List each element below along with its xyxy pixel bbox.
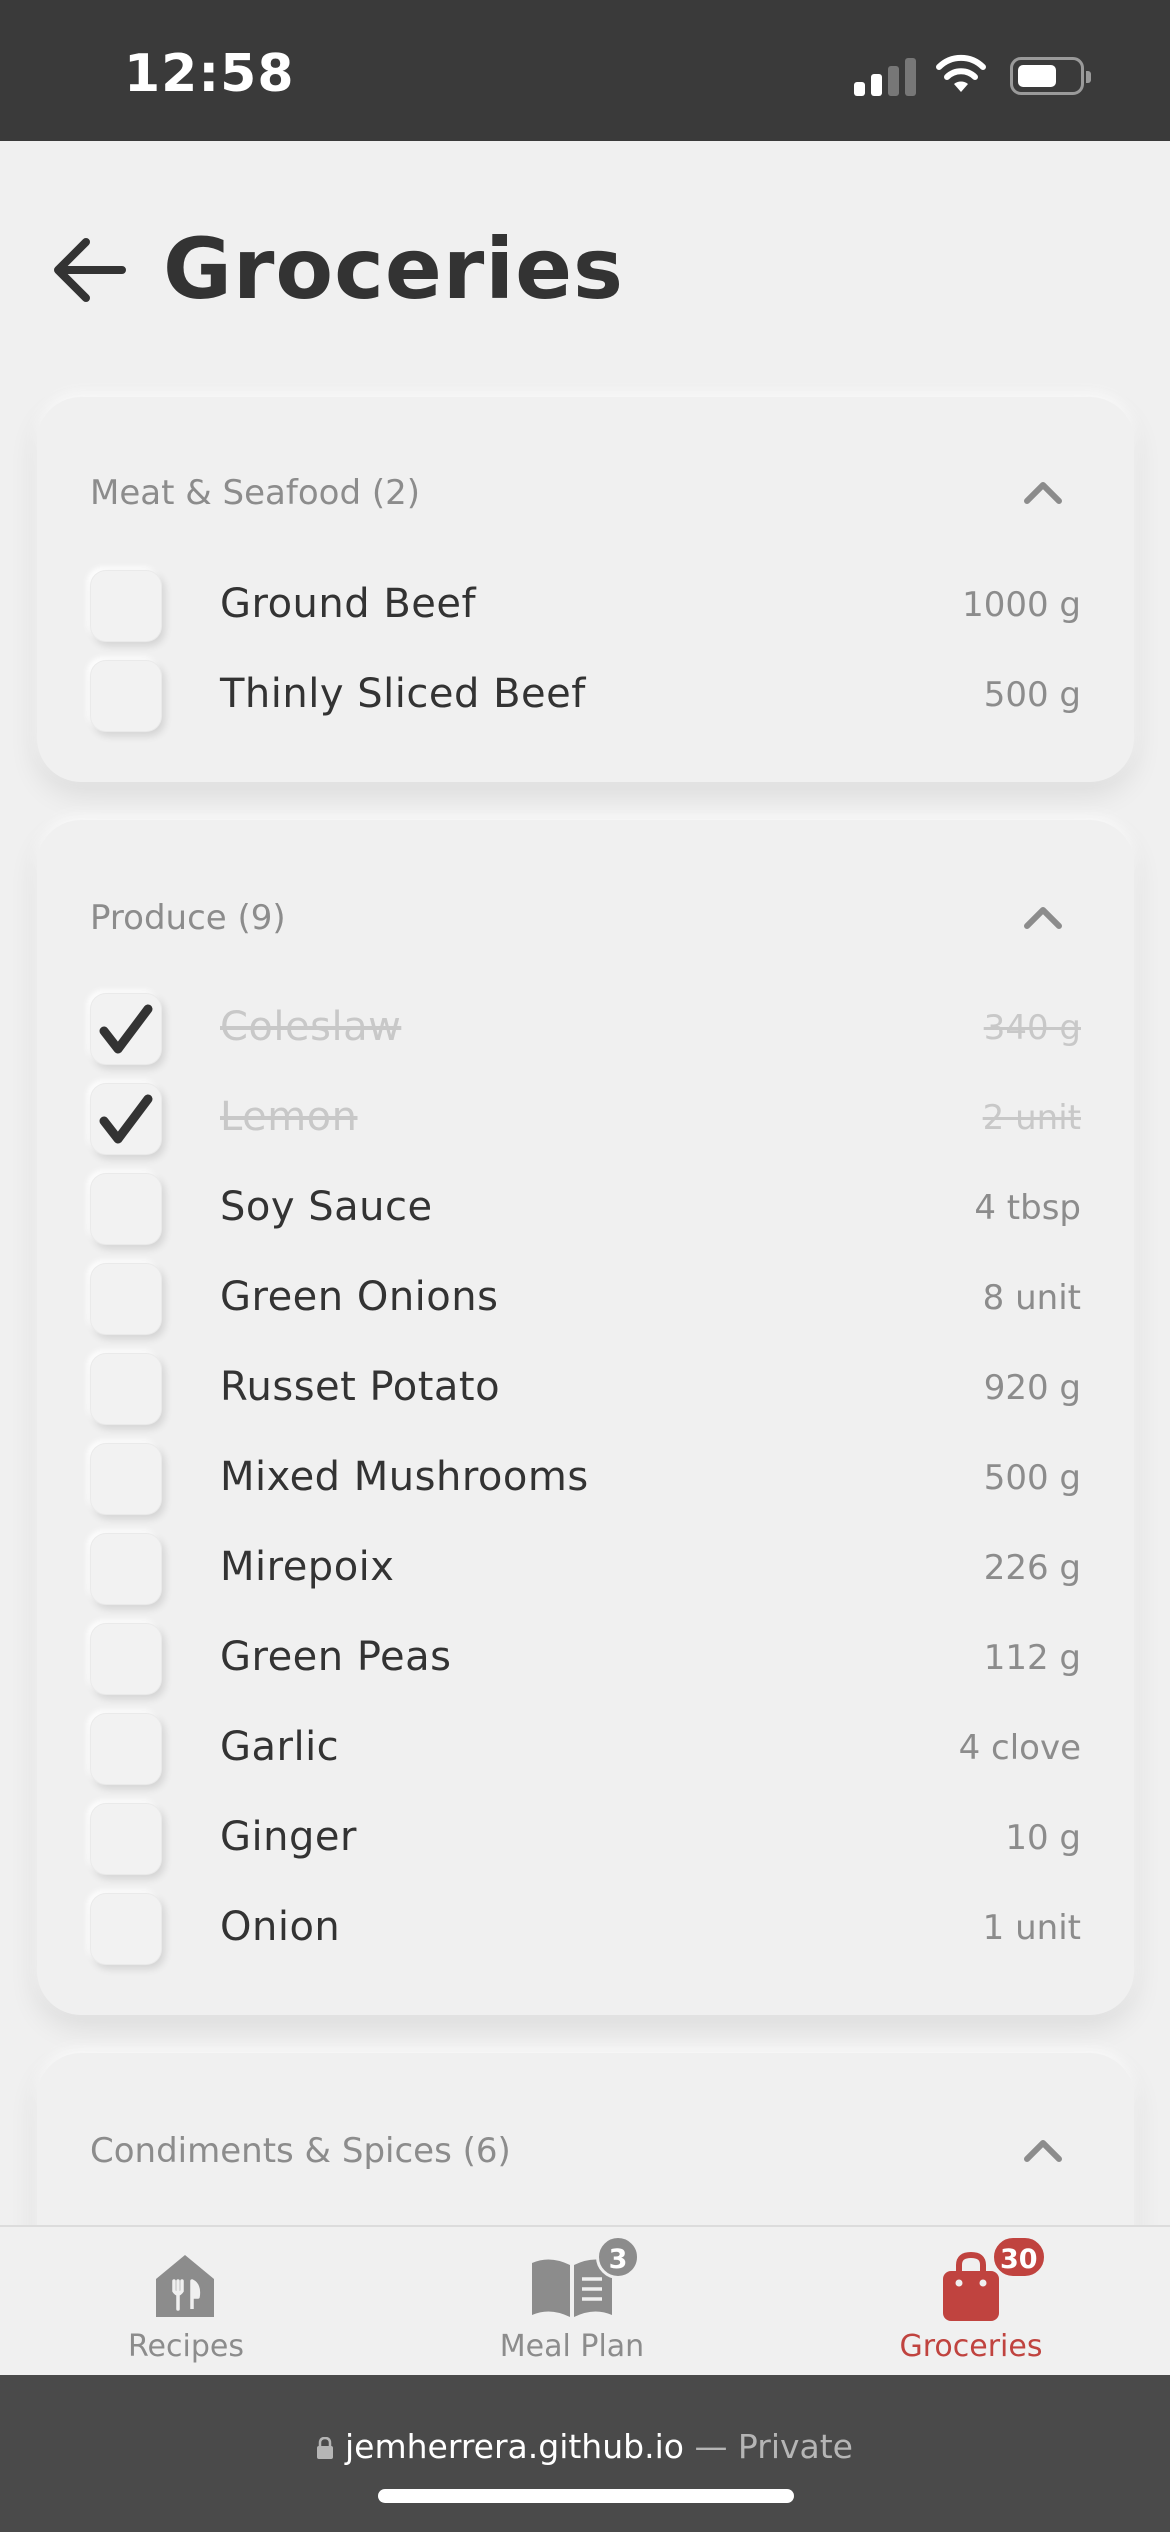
item-checkbox[interactable]: [90, 570, 162, 642]
item-name: Garlic: [220, 1724, 340, 1770]
item-checkbox[interactable]: [90, 1893, 162, 1965]
item-quantity: 8 unit: [982, 1278, 1081, 1318]
wifi-icon: [936, 54, 986, 92]
grocery-item: Green Onions 8 unit: [90, 1260, 1081, 1350]
item-name: Ginger: [220, 1814, 357, 1860]
item-name: Green Peas: [220, 1634, 452, 1680]
item-quantity: 500 g: [983, 1458, 1081, 1498]
chevron-up-icon[interactable]: [1019, 471, 1067, 511]
section-title: Meat & Seafood (2): [90, 473, 421, 513]
back-arrow-icon[interactable]: [50, 230, 130, 310]
grocery-item: Ground Beef 1000 g: [90, 567, 1081, 657]
tab-label: Recipes: [128, 2329, 244, 2364]
private-label: — Private: [694, 2427, 853, 2466]
section-title: Produce (9): [90, 898, 286, 938]
groceries-badge: 30: [991, 2235, 1047, 2279]
item-checkbox[interactable]: [90, 1353, 162, 1425]
item-checkbox[interactable]: [90, 1713, 162, 1785]
item-quantity: 2 unit: [982, 1098, 1081, 1138]
section-header[interactable]: Condiments & Spices (6): [90, 2123, 1081, 2183]
grocery-item: Coleslaw 340 g: [90, 990, 1081, 1080]
section-header[interactable]: Meat & Seafood (2): [90, 465, 1081, 525]
cellular-signal-icon: [854, 56, 916, 96]
item-checkbox[interactable]: [90, 660, 162, 732]
item-name: Coleslaw: [220, 1004, 402, 1050]
item-name: Green Onions: [220, 1274, 499, 1320]
item-name: Ground Beef: [220, 581, 477, 627]
item-name: Russet Potato: [220, 1364, 501, 1410]
url-display[interactable]: jemherrera.github.io — Private: [0, 2427, 1170, 2466]
item-checkbox[interactable]: [90, 1533, 162, 1605]
item-checkbox[interactable]: [90, 1803, 162, 1875]
item-quantity: 10 g: [1005, 1818, 1081, 1858]
grocery-item: Green Peas 112 g: [90, 1620, 1081, 1710]
status-time: 12:58: [124, 44, 295, 104]
grocery-item: Thinly Sliced Beef 500 g: [90, 657, 1081, 747]
item-quantity: 4 clove: [958, 1728, 1081, 1768]
grocery-item: Ginger 10 g: [90, 1800, 1081, 1890]
recipes-icon: [156, 2255, 214, 2317]
item-quantity: 1000 g: [962, 585, 1081, 625]
url-domain: jemherrera.github.io: [345, 2427, 684, 2466]
item-checkbox[interactable]: [90, 1263, 162, 1335]
section-card-meat-seafood: Meat & Seafood (2) Ground Beef 1000 g Th…: [37, 397, 1134, 782]
item-checkbox[interactable]: [90, 1443, 162, 1515]
item-quantity: 340 g: [983, 1008, 1081, 1048]
meal-plan-badge: 3: [596, 2235, 640, 2279]
bottom-tab-bar: Recipes 3 Meal Plan 30 Groceries: [0, 2225, 1170, 2375]
page-title: Groceries: [163, 220, 625, 318]
grocery-item: Mixed Mushrooms 500 g: [90, 1440, 1081, 1530]
status-bar: 12:58: [0, 0, 1170, 141]
item-checkbox-checked[interactable]: [90, 1083, 162, 1155]
item-name: Onion: [220, 1904, 341, 1950]
grocery-item: Garlic 4 clove: [90, 1710, 1081, 1800]
item-name: Mirepoix: [220, 1544, 395, 1590]
item-quantity: 1 unit: [982, 1908, 1081, 1948]
section-header[interactable]: Produce (9): [90, 890, 1081, 950]
tab-label: Groceries: [899, 2329, 1043, 2364]
item-quantity: 500 g: [983, 675, 1081, 715]
item-name: Mixed Mushrooms: [220, 1454, 589, 1500]
item-quantity: 4 tbsp: [974, 1188, 1081, 1228]
chevron-up-icon[interactable]: [1019, 2129, 1067, 2169]
lock-icon: [317, 2428, 333, 2459]
tab-recipes[interactable]: Recipes: [36, 2227, 336, 2377]
item-checkbox[interactable]: [90, 1623, 162, 1695]
grocery-item: Lemon 2 unit: [90, 1080, 1081, 1170]
battery-icon: [1010, 57, 1091, 95]
section-card-produce: Produce (9) Coleslaw 340 g Lemon 2 unit …: [37, 820, 1134, 2015]
tab-meal-plan[interactable]: 3 Meal Plan: [422, 2227, 722, 2377]
browser-address-bar[interactable]: jemherrera.github.io — Private: [0, 2375, 1170, 2532]
item-name: Thinly Sliced Beef: [220, 671, 586, 717]
chevron-up-icon[interactable]: [1019, 896, 1067, 936]
checkmark-icon: [99, 1094, 153, 1144]
item-name: Soy Sauce: [220, 1184, 433, 1230]
item-checkbox[interactable]: [90, 1173, 162, 1245]
checkmark-icon: [99, 1004, 153, 1054]
section-title: Condiments & Spices (6): [90, 2131, 511, 2171]
tab-label: Meal Plan: [499, 2329, 645, 2364]
item-name: Lemon: [220, 1094, 358, 1140]
item-quantity: 226 g: [983, 1548, 1081, 1588]
item-quantity: 920 g: [983, 1368, 1081, 1408]
item-checkbox-checked[interactable]: [90, 993, 162, 1065]
grocery-item: Russet Potato 920 g: [90, 1350, 1081, 1440]
home-indicator[interactable]: [378, 2489, 794, 2503]
tab-groceries[interactable]: 30 Groceries: [821, 2227, 1121, 2377]
grocery-item: Soy Sauce 4 tbsp: [90, 1170, 1081, 1260]
grocery-item: Mirepoix 226 g: [90, 1530, 1081, 1620]
item-quantity: 112 g: [983, 1638, 1081, 1678]
grocery-item: Onion 1 unit: [90, 1890, 1081, 1980]
